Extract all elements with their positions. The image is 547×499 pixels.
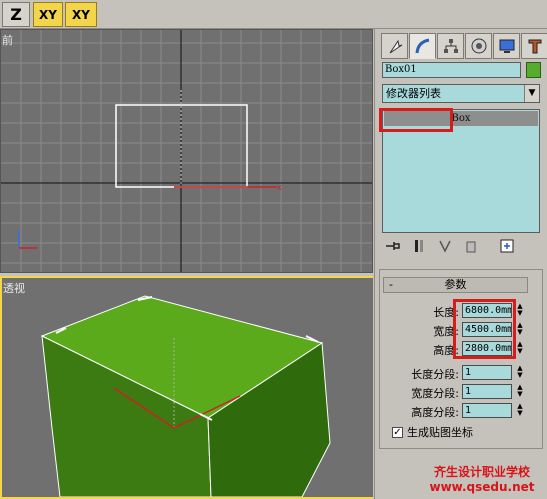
display-icon — [499, 39, 514, 53]
parameters-rollout-header[interactable]: - 参数 — [383, 277, 528, 293]
utilities-tab[interactable] — [521, 33, 547, 59]
command-panel: Box01 修改器列表 ▼ Box - 参数 长度: 6800.0mm ▲ ▼ … — [374, 29, 547, 499]
generate-mapping-coords-checkbox[interactable]: ✓ — [392, 426, 403, 438]
modifier-list-dropdown[interactable]: 修改器列表 ▼ — [382, 84, 540, 103]
length-segs-spinner[interactable]: ▲ ▼ — [515, 365, 525, 380]
perspective-viewport[interactable]: 透视 — [0, 276, 373, 499]
make-unique-icon[interactable] — [436, 238, 454, 254]
xy-constraint-button[interactable]: XY — [65, 2, 97, 27]
display-tab[interactable] — [493, 33, 520, 59]
param-row-width-segs: 宽度分段: 1 ▲ ▼ — [380, 384, 540, 401]
viewport-toolbar: Z XY XY — [0, 0, 547, 29]
xy-plane-button[interactable]: XY — [33, 2, 63, 27]
perspective-scene — [40, 295, 331, 497]
modifier-list-label: 修改器列表 — [386, 87, 441, 100]
modify-tab[interactable] — [409, 33, 436, 59]
length-segs-label: 长度分段: — [411, 368, 459, 381]
height-segs-label: 高度分段: — [411, 406, 459, 419]
length-spinner[interactable]: ▲ ▼ — [515, 303, 525, 318]
generate-mapping-coords-label: 生成贴图坐标 — [407, 426, 473, 439]
front-viewport[interactable]: x 前 — [0, 29, 373, 273]
length-segs-input[interactable]: 1 — [462, 365, 512, 380]
stack-tools — [384, 237, 540, 255]
remove-modifier-icon[interactable] — [462, 238, 480, 254]
chevron-down-icon[interactable]: ▼ — [524, 85, 539, 102]
width-segs-spinner[interactable]: ▲ ▼ — [515, 384, 525, 399]
show-end-result-icon[interactable] — [410, 238, 428, 254]
height-segs-spinner[interactable]: ▲ ▼ — [515, 403, 525, 418]
height-spinner[interactable]: ▲ ▼ — [515, 341, 525, 356]
watermark: 齐生设计职业学校 www.qsedu.net — [418, 465, 546, 495]
perspective-viewport-label[interactable]: 透视 — [3, 280, 25, 296]
watermark-line1: 齐生设计职业学校 — [433, 465, 530, 479]
modify-icon — [415, 38, 429, 54]
rollout-toggle: - — [389, 278, 393, 291]
motion-tab[interactable] — [465, 33, 492, 59]
object-color-swatch[interactable] — [526, 62, 541, 78]
utilities-icon — [528, 39, 541, 54]
hierarchy-icon — [443, 39, 458, 53]
create-tab[interactable] — [381, 33, 408, 59]
svg-text:x: x — [277, 183, 282, 192]
parameters-rollout: - 参数 长度: 6800.0mm ▲ ▼ 宽度: 4500.0mm ▲ ▼ 高度:… — [379, 269, 543, 449]
width-segs-label: 宽度分段: — [411, 387, 459, 400]
height-segs-input[interactable]: 1 — [462, 403, 512, 418]
width-spinner[interactable]: ▲ ▼ — [515, 322, 525, 337]
hierarchy-tab[interactable] — [437, 33, 464, 59]
pin-stack-icon[interactable] — [384, 238, 402, 254]
front-viewport-label[interactable]: 前 — [2, 32, 13, 48]
rollout-title: 参数 — [444, 278, 467, 291]
width-segs-input[interactable]: 1 — [462, 384, 512, 399]
generate-mapping-coords-row: ✓ 生成贴图坐标 — [392, 424, 473, 440]
configure-modifier-sets-icon[interactable] — [498, 238, 516, 254]
watermark-line2: www.qsedu.net — [429, 480, 535, 494]
command-panel-tabs — [381, 33, 547, 59]
create-icon — [389, 39, 402, 54]
front-viewport-grid: x — [1, 30, 372, 272]
param-row-height-segs: 高度分段: 1 ▲ ▼ — [380, 403, 540, 420]
axis-tripod-icon — [18, 230, 37, 249]
dimensions-highlight — [453, 299, 516, 359]
stack-item-highlight — [379, 108, 453, 132]
motion-icon — [471, 38, 486, 54]
object-name-field[interactable]: Box01 — [382, 62, 521, 78]
param-row-length-segs: 长度分段: 1 ▲ ▼ — [380, 365, 540, 382]
z-axis-button[interactable]: Z — [2, 2, 30, 27]
